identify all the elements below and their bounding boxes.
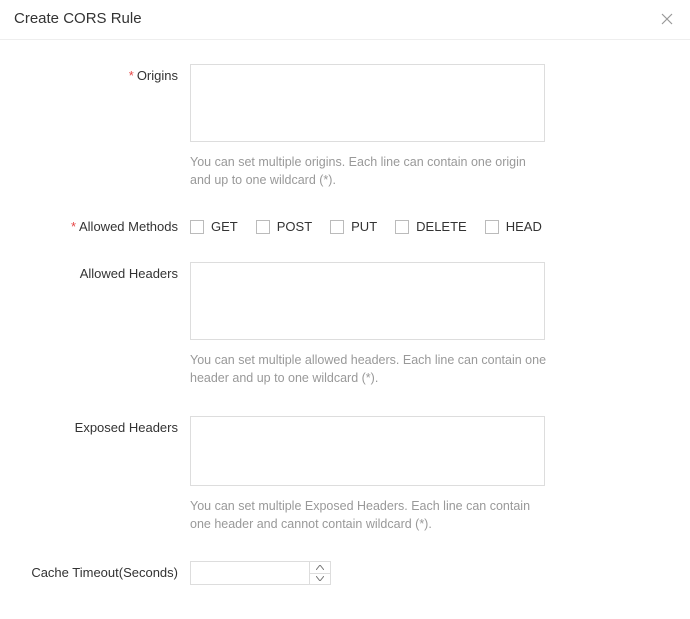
method-get-checkbox[interactable]: GET — [190, 219, 238, 234]
required-marker: * — [129, 68, 134, 83]
spinner-up-button[interactable] — [310, 562, 330, 573]
cache-timeout-spinner — [190, 561, 331, 585]
origins-label: Origins — [137, 68, 178, 83]
checkbox-label: GET — [211, 219, 238, 234]
origins-row: *Origins You can set multiple origins. E… — [0, 64, 666, 207]
allowed-headers-row: Allowed Headers You can set multiple all… — [0, 262, 666, 405]
required-marker: * — [71, 219, 76, 234]
allowed-headers-hint: You can set multiple allowed headers. Ea… — [190, 351, 550, 387]
checkbox-box — [485, 220, 499, 234]
cache-timeout-input[interactable] — [191, 562, 309, 584]
checkbox-box — [330, 220, 344, 234]
method-post-checkbox[interactable]: POST — [256, 219, 312, 234]
allowed-methods-label-col: *Allowed Methods — [0, 217, 190, 252]
checkbox-label: PUT — [351, 219, 377, 234]
allowed-methods-field-col: GET POST PUT DELETE — [190, 217, 550, 252]
checkbox-label: HEAD — [506, 219, 542, 234]
exposed-headers-hint: You can set multiple Exposed Headers. Ea… — [190, 497, 550, 533]
exposed-headers-row: Exposed Headers You can set multiple Exp… — [0, 416, 666, 551]
exposed-headers-label-col: Exposed Headers — [0, 416, 190, 551]
checkbox-box — [256, 220, 270, 234]
allowed-headers-label: Allowed Headers — [80, 266, 178, 281]
allowed-methods-group: GET POST PUT DELETE — [190, 217, 550, 252]
allowed-methods-row: *Allowed Methods GET POST PUT — [0, 217, 666, 252]
spinner-down-button[interactable] — [310, 573, 330, 584]
spinner-buttons — [309, 562, 330, 584]
method-delete-checkbox[interactable]: DELETE — [395, 219, 467, 234]
method-put-checkbox[interactable]: PUT — [330, 219, 377, 234]
origins-input[interactable] — [190, 64, 545, 142]
method-head-checkbox[interactable]: HEAD — [485, 219, 542, 234]
allowed-methods-label: Allowed Methods — [79, 219, 178, 234]
cache-timeout-label-col: Cache Timeout(Seconds) — [0, 561, 190, 585]
checkbox-box — [395, 220, 409, 234]
allowed-headers-label-col: Allowed Headers — [0, 262, 190, 405]
allowed-headers-field-col: You can set multiple allowed headers. Ea… — [190, 262, 550, 405]
cache-timeout-field-col — [190, 561, 550, 585]
origins-field-col: You can set multiple origins. Each line … — [190, 64, 550, 207]
origins-label-col: *Origins — [0, 64, 190, 207]
checkbox-box — [190, 220, 204, 234]
exposed-headers-input[interactable] — [190, 416, 545, 486]
allowed-headers-input[interactable] — [190, 262, 545, 340]
close-icon[interactable] — [660, 12, 674, 26]
checkbox-label: POST — [277, 219, 312, 234]
exposed-headers-label: Exposed Headers — [75, 420, 178, 435]
dialog-header: Create CORS Rule — [0, 0, 690, 40]
exposed-headers-field-col: You can set multiple Exposed Headers. Ea… — [190, 416, 550, 551]
dialog-title: Create CORS Rule — [14, 10, 142, 27]
cache-timeout-label: Cache Timeout(Seconds) — [31, 565, 178, 580]
create-cors-rule-dialog: Create CORS Rule *Origins You can set mu… — [0, 0, 690, 619]
origins-hint: You can set multiple origins. Each line … — [190, 153, 550, 189]
checkbox-label: DELETE — [416, 219, 467, 234]
cache-timeout-row: Cache Timeout(Seconds) — [0, 561, 666, 585]
dialog-body: *Origins You can set multiple origins. E… — [0, 40, 690, 619]
